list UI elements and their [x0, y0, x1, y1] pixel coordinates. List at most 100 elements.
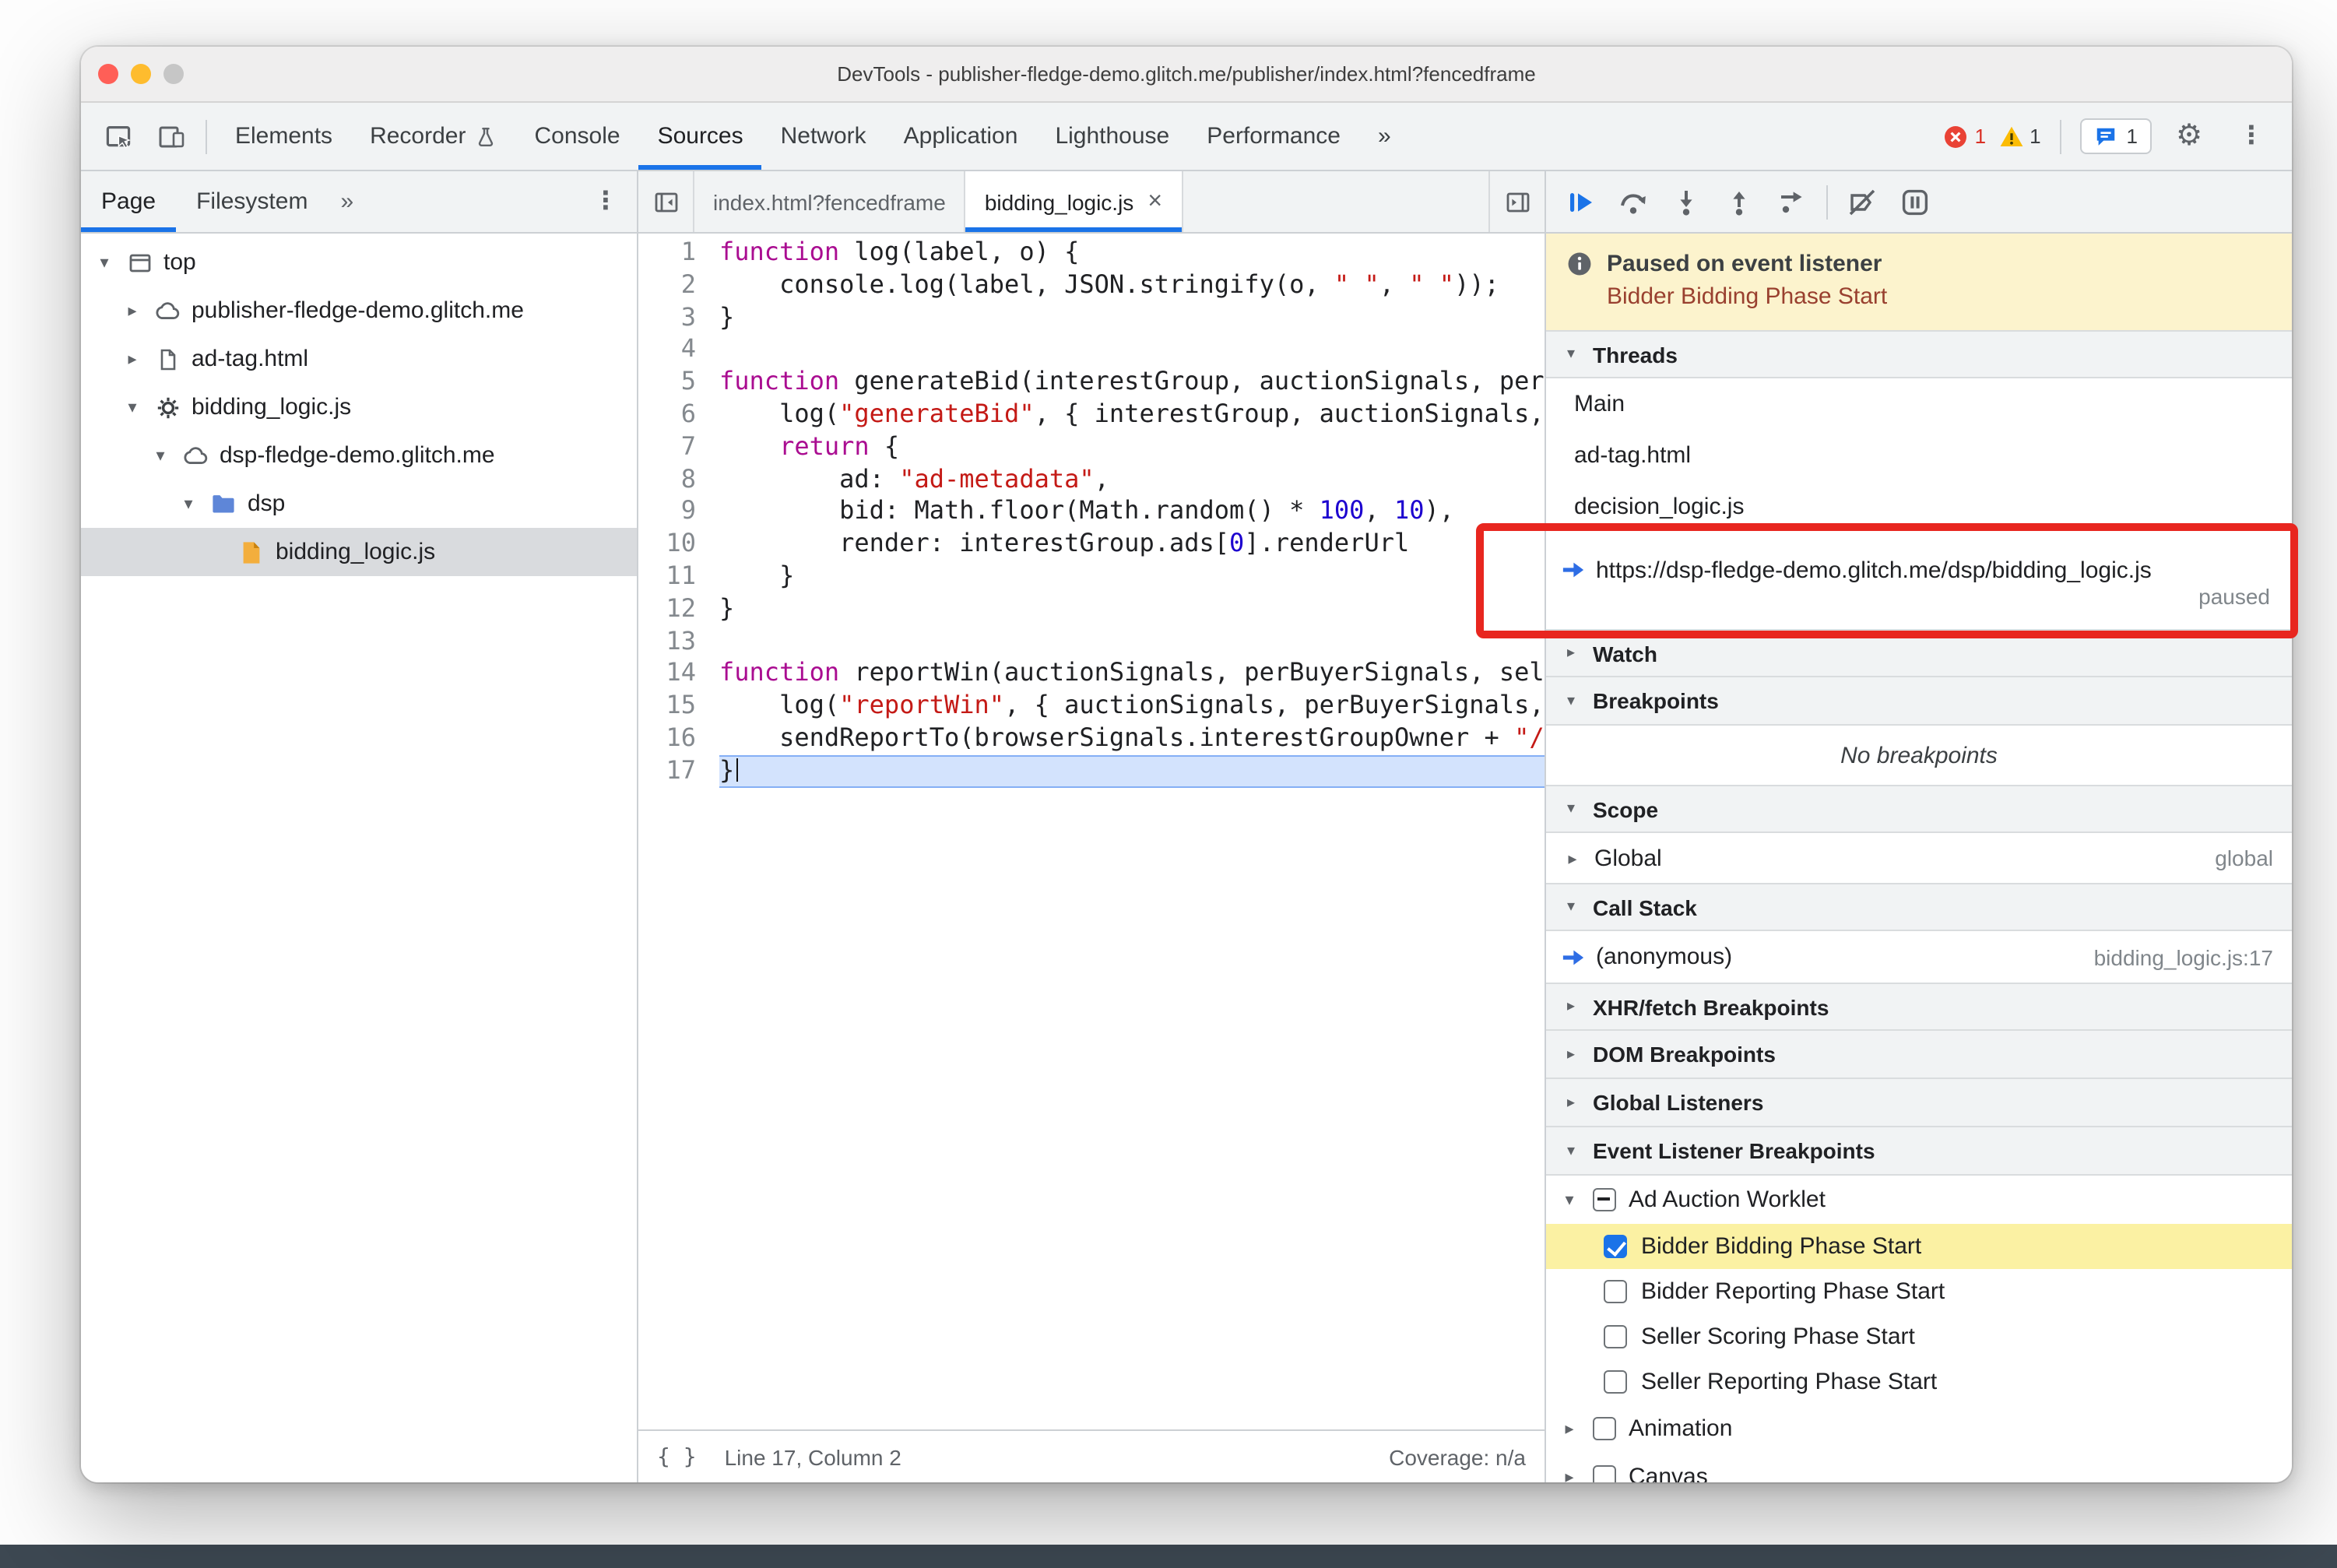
section-header-global-listeners[interactable]: ▸ Global Listeners [1546, 1079, 2292, 1127]
line-number[interactable]: 17 [638, 755, 696, 788]
checkbox-unchecked[interactable] [1604, 1370, 1627, 1394]
line-number[interactable]: 16 [638, 722, 696, 755]
step-button[interactable] [1767, 177, 1817, 227]
line-number[interactable]: 10 [638, 528, 696, 561]
toggle-debugger-sidebar-button[interactable] [1488, 171, 1545, 232]
toggle-navigator-button[interactable] [638, 171, 694, 232]
panel-tab-recorder[interactable]: Recorder [351, 103, 515, 170]
line-number[interactable]: 7 [638, 431, 696, 464]
elb-item-bidder-reporting-phase-start[interactable]: Bidder Reporting Phase Start [1546, 1269, 2292, 1314]
line-number[interactable]: 15 [638, 690, 696, 722]
line-number[interactable]: 11 [638, 561, 696, 593]
navigator-tab-page[interactable]: Page [81, 171, 176, 232]
code-line-17[interactable]: } [719, 754, 1545, 788]
console-warnings-badge[interactable]: 1 [1998, 124, 2041, 149]
checkbox-unchecked[interactable] [1604, 1325, 1627, 1348]
panel-tab-lighthouse[interactable]: Lighthouse [1036, 103, 1188, 170]
issues-button[interactable]: 1 [2079, 118, 2152, 154]
step-over-button[interactable] [1608, 177, 1658, 227]
call-stack-frame[interactable]: (anonymous) bidding_logic.js:17 [1546, 931, 2292, 983]
line-number[interactable]: 9 [638, 496, 696, 529]
section-header-xhr-fetch-breakpoints[interactable]: ▸ XHR/fetch Breakpoints [1546, 983, 2292, 1031]
tree-item-dsp[interactable]: ▾ dsp [81, 480, 637, 528]
code-line-6[interactable]: log("generateBid", { interestGroup, auct… [719, 399, 1545, 431]
section-header-watch[interactable]: ▸ Watch [1546, 629, 2292, 677]
collapsed-triangle-icon[interactable]: ▸ [1562, 848, 1583, 868]
line-number[interactable]: 8 [638, 463, 696, 496]
panel-tab-console[interactable]: Console [515, 103, 638, 170]
expanded-triangle-icon[interactable]: ▾ [149, 445, 171, 466]
line-number[interactable]: 2 [638, 269, 696, 302]
pause-on-exceptions-button[interactable] [1890, 177, 1940, 227]
line-number[interactable]: 6 [638, 399, 696, 431]
checkbox-unchecked[interactable] [1593, 1465, 1616, 1482]
code-line-3[interactable]: } [719, 301, 1545, 334]
zoom-window-button[interactable] [163, 64, 184, 84]
more-panels-button[interactable]: » [1359, 103, 1410, 170]
code-line-2[interactable]: console.log(label, JSON.stringify(o, " "… [719, 269, 1545, 302]
panel-tab-elements[interactable]: Elements [216, 103, 351, 170]
tree-item-dsp-fledge-demo-glitch-me[interactable]: ▾ dsp-fledge-demo.glitch.me [81, 431, 637, 480]
thread-row-decision-logic-js[interactable]: decision_logic.js [1546, 481, 2292, 533]
close-tab-icon[interactable]: × [1147, 188, 1162, 216]
panel-tab-application[interactable]: Application [885, 103, 1037, 170]
minimize-window-button[interactable] [131, 64, 151, 84]
elb-item-seller-scoring-phase-start[interactable]: Seller Scoring Phase Start [1546, 1314, 2292, 1359]
code-line-14[interactable]: function reportWin(auctionSignals, perBu… [719, 658, 1545, 691]
code-line-4[interactable] [719, 334, 1545, 367]
thread-row-main[interactable]: Main [1546, 378, 2292, 430]
elb-group-ad-auction-worklet[interactable]: ▾ Ad Auction Worklet [1546, 1176, 2292, 1224]
panel-tab-performance[interactable]: Performance [1188, 103, 1359, 170]
inspect-button[interactable] [93, 111, 143, 161]
thread-row-paused[interactable]: https://dsp-fledge-demo.glitch.me/dsp/bi… [1546, 533, 2292, 629]
line-number[interactable]: 12 [638, 593, 696, 626]
checkbox-indeterminate[interactable] [1593, 1188, 1616, 1211]
more-navigator-tabs-button[interactable]: » [328, 171, 366, 232]
step-out-button[interactable] [1714, 177, 1764, 227]
line-number[interactable]: 13 [638, 625, 696, 658]
section-header-scope[interactable]: ▾ Scope [1546, 785, 2292, 833]
tree-item-bidding-logic-js[interactable]: bidding_logic.js [81, 528, 637, 576]
expanded-triangle-icon[interactable]: ▾ [93, 252, 115, 272]
deactivate-breakpoints-button[interactable] [1837, 177, 1887, 227]
resume-button[interactable] [1555, 177, 1605, 227]
tree-item-top[interactable]: ▾ top [81, 238, 637, 287]
expanded-triangle-icon[interactable]: ▾ [177, 494, 199, 514]
section-header-breakpoints[interactable]: ▾ Breakpoints [1546, 677, 2292, 726]
console-errors-badge[interactable]: 1 [1944, 124, 1986, 149]
collapsed-triangle-icon[interactable]: ▸ [1559, 1467, 1580, 1482]
line-number[interactable]: 5 [638, 366, 696, 399]
expanded-triangle-icon[interactable]: ▾ [1559, 1190, 1580, 1210]
scope-row-global[interactable]: ▸ Global global [1546, 833, 2292, 883]
line-number[interactable]: 4 [638, 334, 696, 367]
code-line-7[interactable]: return { [719, 431, 1545, 464]
section-header-threads[interactable]: ▾ Threads [1546, 330, 2292, 378]
navigator-menu-button[interactable]: ⋮ [575, 171, 637, 232]
code-line-10[interactable]: render: interestGroup.ads[0].renderUrl [719, 528, 1545, 561]
code-line-11[interactable]: } [719, 561, 1545, 593]
pretty-print-button[interactable]: { } [657, 1444, 697, 1469]
panel-tab-network[interactable]: Network [762, 103, 885, 170]
editor-tab-index-html-fencedframe[interactable]: index.html?fencedframe [694, 171, 966, 232]
line-number[interactable]: 1 [638, 237, 696, 269]
line-number[interactable]: 3 [638, 301, 696, 334]
editor-tab-bidding-logic-js[interactable]: bidding_logic.js × [965, 171, 1183, 232]
close-window-button[interactable] [98, 64, 118, 84]
section-header-event-listener-breakpoints[interactable]: ▾ Event Listener Breakpoints [1546, 1127, 2292, 1176]
thread-row-ad-tag-html[interactable]: ad-tag.html [1546, 430, 2292, 481]
section-header-dom-breakpoints[interactable]: ▸ DOM Breakpoints [1546, 1031, 2292, 1079]
code-line-12[interactable]: } [719, 593, 1545, 626]
collapsed-triangle-icon[interactable]: ▸ [1559, 1419, 1580, 1439]
checkbox-unchecked[interactable] [1604, 1280, 1627, 1303]
tree-item-bidding-logic-js[interactable]: ▾ bidding_logic.js [81, 383, 637, 431]
checkbox-checked[interactable] [1604, 1235, 1627, 1258]
code-line-9[interactable]: bid: Math.floor(Math.random() * 100, 10)… [719, 496, 1545, 529]
expanded-triangle-icon[interactable]: ▾ [121, 397, 143, 417]
step-into-button[interactable] [1661, 177, 1711, 227]
elb-item-bidder-bidding-phase-start[interactable]: Bidder Bidding Phase Start [1546, 1224, 2292, 1269]
code-line-13[interactable] [719, 625, 1545, 658]
code-line-15[interactable]: log("reportWin", { auctionSignals, perBu… [719, 690, 1545, 722]
panel-tab-sources[interactable]: Sources [639, 103, 762, 170]
elb-group-animation[interactable]: ▸ Animation [1546, 1405, 2292, 1453]
elb-item-seller-reporting-phase-start[interactable]: Seller Reporting Phase Start [1546, 1359, 2292, 1405]
